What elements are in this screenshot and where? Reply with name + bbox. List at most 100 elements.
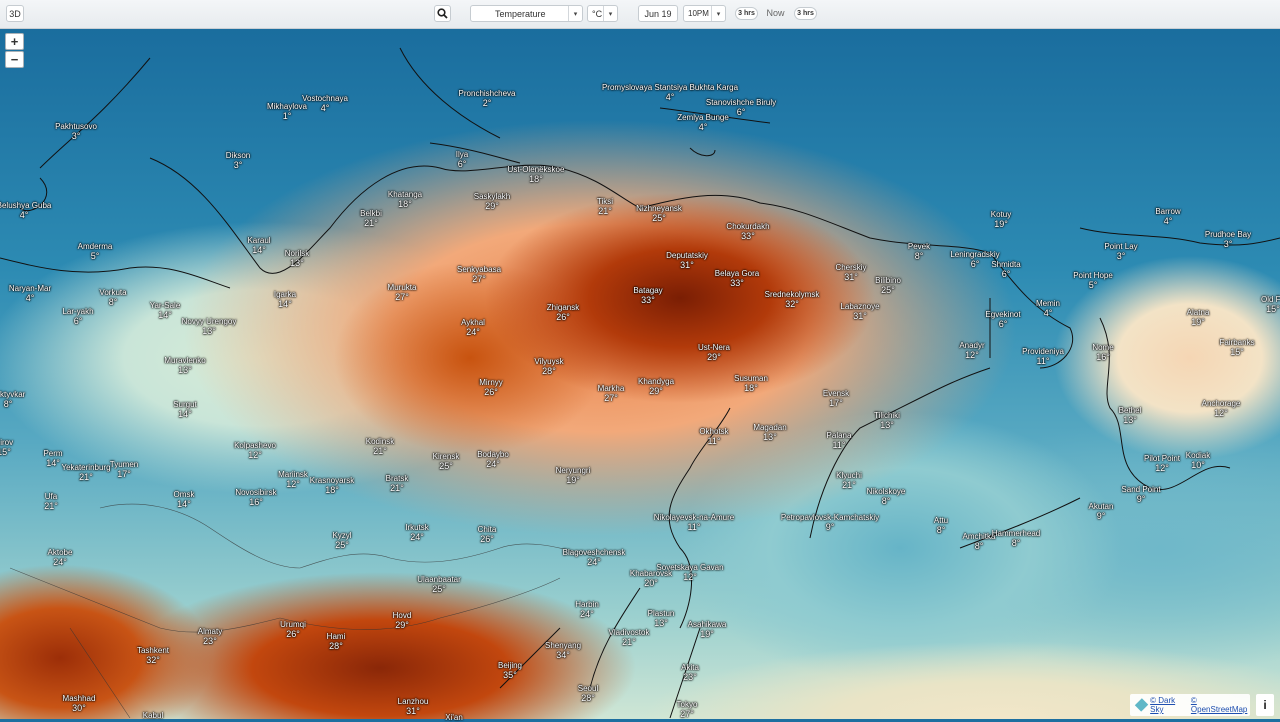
city-name: Beijing <box>497 661 523 670</box>
city-temperature: 8° <box>936 525 946 535</box>
city-label: Tilichiki 13° <box>874 411 900 430</box>
city-temperature: 8° <box>1011 538 1021 548</box>
city-temperature: 28° <box>542 366 556 376</box>
city-label: Dikson 3° <box>226 151 250 170</box>
city-label: Muravlenko 13° <box>164 356 205 375</box>
search-icon <box>437 8 448 19</box>
city-name: Cherskiy <box>835 263 867 272</box>
city-label: Deputatskiy 31° <box>666 251 708 270</box>
city-temperature: 27° <box>604 393 618 403</box>
city-label: Hovd 29° <box>393 611 412 630</box>
city-name: Naryan-Mar <box>8 284 52 293</box>
info-button[interactable]: i <box>1256 694 1274 716</box>
zoom-out-button[interactable]: − <box>5 51 24 68</box>
city-label: Nizhneyansk 25° <box>636 204 682 223</box>
city-label: Kotuy 19° <box>991 210 1011 229</box>
city-name: Hovd <box>392 611 412 620</box>
city-temperature: 8° <box>974 541 984 551</box>
city-label: Hami 28° <box>327 632 346 651</box>
city-label: Barrow 4° <box>1155 207 1180 226</box>
city-temperature: 24° <box>486 459 500 469</box>
openstreetmap-link[interactable]: © OpenStreetMap <box>1191 696 1250 714</box>
time-select[interactable]: 10PM ▾ <box>683 5 726 22</box>
unit-select-value: °C <box>592 8 603 19</box>
city-label: Khabarovsk 20° <box>630 569 672 588</box>
city-temperature: 13° <box>178 365 192 375</box>
city-label: Srednekolymsk 32° <box>765 290 820 309</box>
city-temperature: 18° <box>325 485 339 495</box>
layer-select-value: Temperature <box>495 8 546 19</box>
city-name: Markha <box>597 384 625 393</box>
zoom-in-button[interactable]: + <box>5 33 24 50</box>
city-name: Asahikawa <box>687 620 727 629</box>
search-button[interactable] <box>434 5 451 22</box>
city-name: Point Lay <box>1104 242 1138 251</box>
city-label: Anadyr 12° <box>959 341 984 360</box>
city-label: Chokurdakh 33° <box>726 222 769 241</box>
city-name: Evensk <box>822 389 850 398</box>
city-temperature: 24° <box>410 532 424 542</box>
now-button[interactable]: Now <box>762 6 789 20</box>
city-name: Nizhneyansk <box>636 204 682 213</box>
city-temperature: 8° <box>3 399 13 409</box>
city-name: Belaya Gora <box>714 269 760 278</box>
time-select-value: 10PM <box>688 9 709 18</box>
city-label: Tyumen 17° <box>110 460 138 479</box>
city-label: Saskylakh 29° <box>474 192 510 211</box>
city-label: Omsk 14° <box>174 490 195 509</box>
city-temperature: 26° <box>484 387 498 397</box>
city-temperature: 4° <box>1043 308 1053 318</box>
city-label: Akita 23° <box>681 663 699 682</box>
city-temperature: 6° <box>998 319 1008 329</box>
city-label: Fairbanks 15° <box>1219 338 1254 357</box>
city-label: Mariinsk 12° <box>278 470 308 489</box>
step-back-button[interactable]: 3 hrs <box>735 7 758 20</box>
layer-select[interactable]: Temperature ▾ <box>470 5 583 22</box>
city-name: Krasnoyarsk <box>309 476 355 485</box>
city-name: Pronchishcheva <box>458 89 516 98</box>
city-temperature: 25° <box>335 540 349 550</box>
city-name: Lanzhou <box>397 697 429 706</box>
city-temperature: 34° <box>556 650 570 660</box>
attribution: © Dark Sky © OpenStreetMap <box>1130 694 1250 716</box>
step-forward-button[interactable]: 3 hrs <box>794 7 817 20</box>
city-name: Attu <box>933 516 949 525</box>
city-temperature: 12° <box>965 350 979 360</box>
city-name: Seoul <box>577 684 599 693</box>
3d-toggle-button[interactable]: 3D <box>6 5 24 22</box>
city-name: Nome <box>1092 343 1114 352</box>
city-name: Omsk <box>173 490 195 499</box>
city-name: Tilichiki <box>874 411 900 420</box>
city-name: Urumqi <box>280 620 306 629</box>
city-name: Labaznoye <box>840 302 880 311</box>
city-label: Neryungri 19° <box>556 466 591 485</box>
unit-select[interactable]: °C ▾ <box>587 5 618 22</box>
city-temperature: 14° <box>158 310 172 320</box>
city-temperature: 25° <box>881 285 895 295</box>
city-label: Syktyvkar8° <box>0 390 25 409</box>
city-name: Murukta <box>387 283 417 292</box>
city-label: Almaty 23° <box>198 627 222 646</box>
city-name: Petropavlovsk-Kamchatskiy <box>780 513 880 522</box>
city-label: Pronchishcheva 2° <box>459 89 516 108</box>
city-label: Provideniya 11° <box>1022 347 1064 366</box>
city-name: Amderma <box>77 242 113 251</box>
city-temperature: 29° <box>395 620 409 630</box>
city-name: Stanovishche Biruly <box>705 98 777 107</box>
city-temperature: 15° <box>1230 347 1244 357</box>
city-label: Lanzhou 31° <box>398 697 429 716</box>
city-name: Provideniya <box>1022 347 1064 356</box>
city-label: Kodiak 10° <box>1186 451 1210 470</box>
city-name: Prudhoe Bay <box>1204 230 1252 239</box>
city-label: Chita 26° <box>478 525 497 544</box>
city-temperature: 11° <box>1036 356 1050 366</box>
dark-sky-link[interactable]: © Dark Sky <box>1150 696 1187 714</box>
city-name: Kolpashevo <box>234 441 276 450</box>
city-label: Pevek 8° <box>908 242 930 261</box>
city-temperature: 31° <box>680 260 694 270</box>
city-temperature: 26° <box>286 629 300 639</box>
city-label: Mikhaylova 1° <box>267 102 307 121</box>
city-name: Pakhtusovo <box>55 122 97 131</box>
date-button[interactable]: Jun 19 <box>638 5 678 22</box>
city-label: Vorkuta 8° <box>99 288 126 307</box>
